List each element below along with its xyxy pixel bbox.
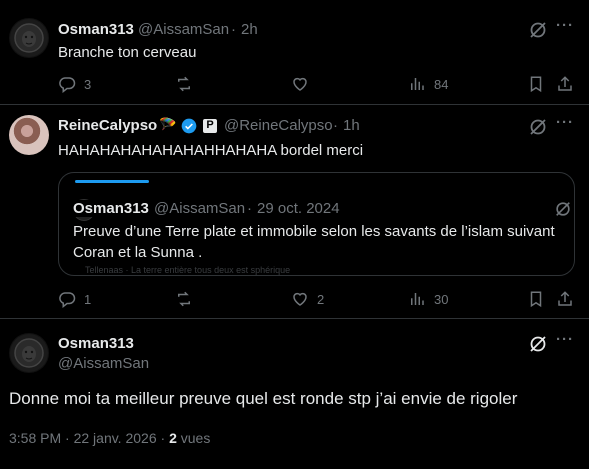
heart-icon <box>293 77 307 91</box>
author-name[interactable]: Osman313 <box>58 335 134 352</box>
like-button[interactable] <box>291 75 309 93</box>
quoted-author-handle[interactable]: @AissamSan <box>154 200 245 217</box>
reply-icon <box>59 77 76 93</box>
quoted-tweet-card[interactable]: Osman313 @AissamSan · 29 oct. 2024 Preuv… <box>58 172 575 276</box>
avatar[interactable] <box>9 333 49 373</box>
retweet-button[interactable] <box>175 75 193 93</box>
views-button[interactable]: 30 <box>408 290 448 308</box>
bookmark-icon <box>530 291 542 308</box>
share-icon <box>558 291 572 306</box>
lion-avatar-icon <box>10 19 48 57</box>
views-count: 84 <box>434 76 449 92</box>
avatar[interactable] <box>9 18 49 58</box>
share-button[interactable] <box>556 75 574 93</box>
views-label: vues <box>176 430 211 446</box>
tweet-text: HAHAHAHAHAHAHAHHAHAHA bordel merci <box>58 142 364 159</box>
divider <box>0 318 589 319</box>
separator-dot: · <box>231 21 236 38</box>
tweet-meta: 3:58 PM · 22 janv. 2026 · 2 vues <box>9 430 210 446</box>
separator-dot: · <box>333 117 338 134</box>
bookmark-icon <box>530 76 542 93</box>
tweet-text: Donne moi ta meilleur preuve quel est ro… <box>9 389 518 408</box>
more-options-button[interactable]: ··· <box>556 114 574 131</box>
tweet-time[interactable]: 2h <box>241 21 258 38</box>
reply-count: 1 <box>84 291 92 307</box>
grok-icon[interactable] <box>528 117 548 137</box>
lion-avatar-icon <box>10 334 48 372</box>
bookmark-button[interactable] <box>527 75 545 93</box>
separator-dot: · <box>247 200 252 217</box>
grok-icon[interactable] <box>528 334 548 354</box>
retweet-button[interactable] <box>175 290 193 308</box>
tweet-text: Branche ton cerveau <box>58 44 197 61</box>
retweet-icon <box>178 76 190 92</box>
reply-button[interactable]: 1 <box>58 290 91 308</box>
affiliate-badge-icon[interactable]: P <box>203 119 217 133</box>
timestamp[interactable]: 3:58 PM · 22 janv. 2026 · <box>9 430 169 446</box>
views-chart-icon <box>411 293 424 305</box>
grok-icon[interactable] <box>528 20 548 40</box>
reply-icon <box>59 292 76 308</box>
more-options-button[interactable]: ··· <box>556 17 574 34</box>
retweet-icon <box>178 291 190 307</box>
author-handle[interactable]: @AissamSan <box>138 21 229 38</box>
video-progress-bar <box>75 180 149 183</box>
quoted-date: 29 oct. 2024 <box>257 200 340 217</box>
grok-icon[interactable] <box>554 200 572 218</box>
tweet-time[interactable]: 1h <box>343 117 360 134</box>
verified-badge-icon[interactable] <box>181 118 197 134</box>
author-handle[interactable]: @AissamSan <box>58 355 149 372</box>
author-handle[interactable]: @ReineCalypso <box>224 117 333 134</box>
like-button[interactable]: 2 <box>291 290 324 308</box>
share-button[interactable] <box>556 290 574 308</box>
like-count: 2 <box>317 291 325 307</box>
views-button[interactable]: 84 <box>408 75 448 93</box>
views-chart-icon <box>411 78 424 90</box>
more-options-button[interactable]: ··· <box>556 331 574 348</box>
author-name[interactable]: ReineCalypso <box>58 117 157 134</box>
heart-icon <box>293 292 307 306</box>
bookmark-button[interactable] <box>527 290 545 308</box>
quoted-faded-caption: Tellenaas · La terre entière tous deux e… <box>85 265 291 275</box>
quoted-author-name[interactable]: Osman313 <box>73 200 149 217</box>
views-count: 2 <box>169 430 177 446</box>
quoted-text-line-1: Preuve d’une Terre plate et immobile sel… <box>73 223 555 240</box>
views-count: 30 <box>434 291 449 307</box>
reply-count: 3 <box>84 76 92 92</box>
reply-button[interactable]: 3 <box>58 75 91 93</box>
share-icon <box>558 76 572 91</box>
author-name[interactable]: Osman313 <box>58 21 134 38</box>
author-emoji: 🪂 <box>159 116 177 132</box>
divider <box>0 104 589 105</box>
quoted-text-line-2: Coran et la Sunna . <box>73 244 203 261</box>
avatar[interactable] <box>9 115 49 155</box>
